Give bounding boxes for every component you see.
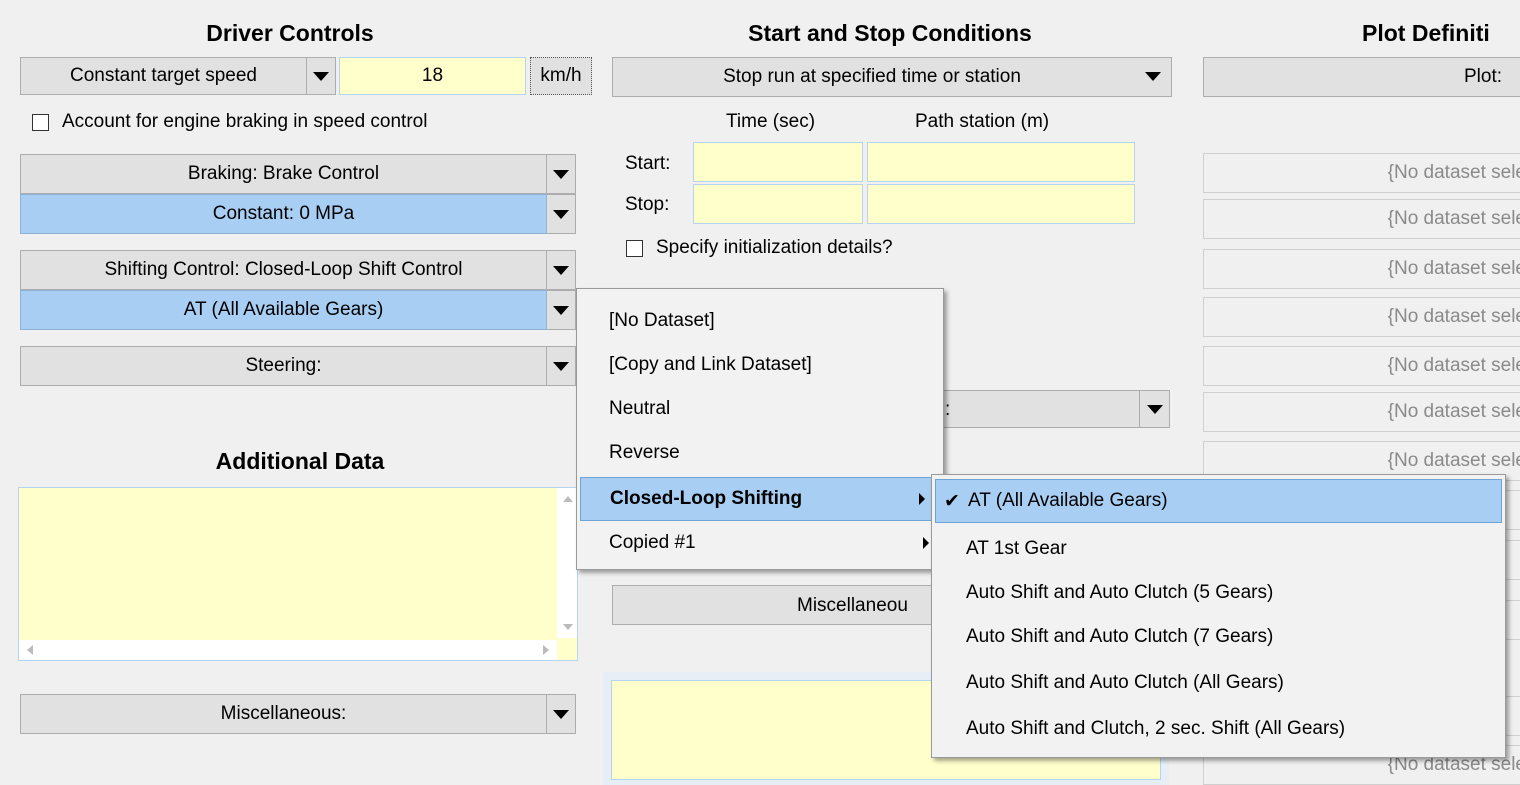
chevron-down-icon[interactable]: [307, 57, 336, 95]
stop-station-input[interactable]: [867, 184, 1135, 224]
braking-dataset-label: Constant: 0 MPa: [20, 194, 547, 234]
scroll-left-icon[interactable]: [27, 645, 33, 655]
engine-braking-checkbox[interactable]: [32, 114, 49, 131]
scroll-right-icon[interactable]: [543, 645, 549, 655]
submenu-item-auto-7-gears[interactable]: Auto Shift and Auto Clutch (7 Gears): [932, 615, 1505, 659]
start-stop-heading: Start and Stop Conditions: [748, 20, 1032, 46]
submenu-item-at-all-gears[interactable]: ✔ AT (All Available Gears): [935, 479, 1502, 523]
start-stop-misc-label: Miscellaneou: [797, 595, 908, 616]
stop-mode-dropdown[interactable]: Stop run at specified time or station: [612, 57, 1172, 97]
submenu-item-auto-clutch-2sec[interactable]: Auto Shift and Clutch, 2 sec. Shift (All…: [932, 707, 1505, 751]
station-column-header: Path station (m): [915, 111, 1050, 132]
menu-item-copy-link-dataset[interactable]: [Copy and Link Dataset]: [577, 343, 943, 387]
braking-dropdown[interactable]: Braking: Brake Control: [20, 154, 576, 194]
driver-controls-heading: Driver Controls: [206, 20, 374, 46]
init-details-label: Specify initialization details?: [656, 237, 893, 258]
submenu-item-at-1st-gear[interactable]: AT 1st Gear: [932, 527, 1505, 571]
stop-mode-label: Stop run at specified time or station: [723, 66, 1021, 87]
speed-mode-label: Constant target speed: [20, 57, 307, 95]
plot-dataset-1[interactable]: {No dataset sele: [1203, 153, 1520, 193]
speed-value-input[interactable]: 18: [339, 57, 526, 95]
dataset-context-menu: [No Dataset] [Copy and Link Dataset] Neu…: [576, 288, 944, 570]
menu-item-copied-1[interactable]: Copied #1: [577, 521, 943, 565]
horizontal-scrollbar[interactable]: [19, 640, 557, 660]
plot-dataset-3[interactable]: {No dataset sele: [1203, 249, 1520, 289]
menu-item-copied-label: Copied #1: [609, 532, 696, 553]
submenu-item-label: AT (All Available Gears): [968, 490, 1168, 511]
chevron-down-icon[interactable]: [1139, 391, 1169, 427]
braking-label: Braking: Brake Control: [20, 154, 547, 194]
start-time-input[interactable]: [693, 142, 863, 182]
chevron-down-icon[interactable]: [547, 290, 576, 330]
braking-dataset-dropdown[interactable]: Constant: 0 MPa: [20, 194, 576, 234]
speed-mode-dropdown[interactable]: Constant target speed: [20, 57, 336, 95]
chevron-down-icon[interactable]: [547, 694, 576, 734]
chevron-down-icon[interactable]: [547, 154, 576, 194]
plot-dropdown[interactable]: Plot:: [1203, 57, 1520, 97]
plot-definition-heading: Plot Definiti: [1362, 20, 1490, 46]
closed-loop-submenu: ✔ AT (All Available Gears) AT 1st Gear A…: [931, 474, 1506, 758]
shifting-dataset-dropdown[interactable]: AT (All Available Gears): [20, 290, 576, 330]
speed-unit-button[interactable]: km/h: [530, 57, 592, 95]
submenu-arrow-icon: [923, 537, 929, 549]
start-row-label: Start:: [625, 153, 671, 174]
plot-dataset-5[interactable]: {No dataset sele: [1203, 346, 1520, 386]
checkmark-icon: ✔: [944, 490, 960, 512]
chevron-down-icon[interactable]: [547, 250, 576, 290]
scroll-down-icon[interactable]: [563, 624, 573, 630]
additional-misc-dropdown[interactable]: Miscellaneous:: [20, 694, 576, 734]
menu-item-closed-loop-shifting[interactable]: Closed-Loop Shifting: [580, 477, 940, 521]
menu-item-no-dataset[interactable]: [No Dataset]: [577, 299, 943, 343]
shifting-dataset-label: AT (All Available Gears): [20, 290, 547, 330]
submenu-item-auto-5-gears[interactable]: Auto Shift and Auto Clutch (5 Gears): [932, 571, 1505, 615]
shifting-dropdown[interactable]: Shifting Control: Closed-Loop Shift Cont…: [20, 250, 576, 290]
chevron-down-icon[interactable]: [547, 346, 576, 386]
additional-misc-label: Miscellaneous:: [20, 694, 547, 734]
chevron-down-icon[interactable]: [547, 194, 576, 234]
scroll-up-icon[interactable]: [563, 496, 573, 502]
vertical-scrollbar[interactable]: [557, 488, 577, 638]
additional-data-textarea[interactable]: [18, 487, 578, 661]
menu-item-neutral[interactable]: Neutral: [577, 387, 943, 431]
additional-data-heading: Additional Data: [215, 448, 385, 474]
plot-dataset-4[interactable]: {No dataset sele: [1203, 297, 1520, 337]
time-column-header: Time (sec): [726, 111, 816, 132]
start-station-input[interactable]: [867, 142, 1135, 182]
stop-row-label: Stop:: [625, 194, 670, 215]
chevron-down-icon[interactable]: [1145, 72, 1161, 81]
plot-label: Plot:: [1464, 66, 1503, 87]
shifting-label: Shifting Control: Closed-Loop Shift Cont…: [20, 250, 547, 290]
engine-braking-label: Account for engine braking in speed cont…: [62, 111, 428, 132]
steering-label: Steering:: [20, 346, 547, 386]
submenu-arrow-icon: [919, 493, 925, 505]
hidden-dropdown-label: :: [945, 399, 951, 420]
steering-dropdown[interactable]: Steering:: [20, 346, 576, 386]
plot-dataset-6[interactable]: {No dataset sele: [1203, 392, 1520, 432]
menu-item-closed-loop-label: Closed-Loop Shifting: [610, 488, 803, 509]
stop-time-input[interactable]: [693, 184, 863, 224]
plot-dataset-2[interactable]: {No dataset sele: [1203, 199, 1520, 239]
menu-item-reverse[interactable]: Reverse: [577, 431, 943, 475]
init-details-checkbox[interactable]: [626, 240, 643, 257]
submenu-item-auto-all-gears[interactable]: Auto Shift and Auto Clutch (All Gears): [932, 661, 1505, 705]
